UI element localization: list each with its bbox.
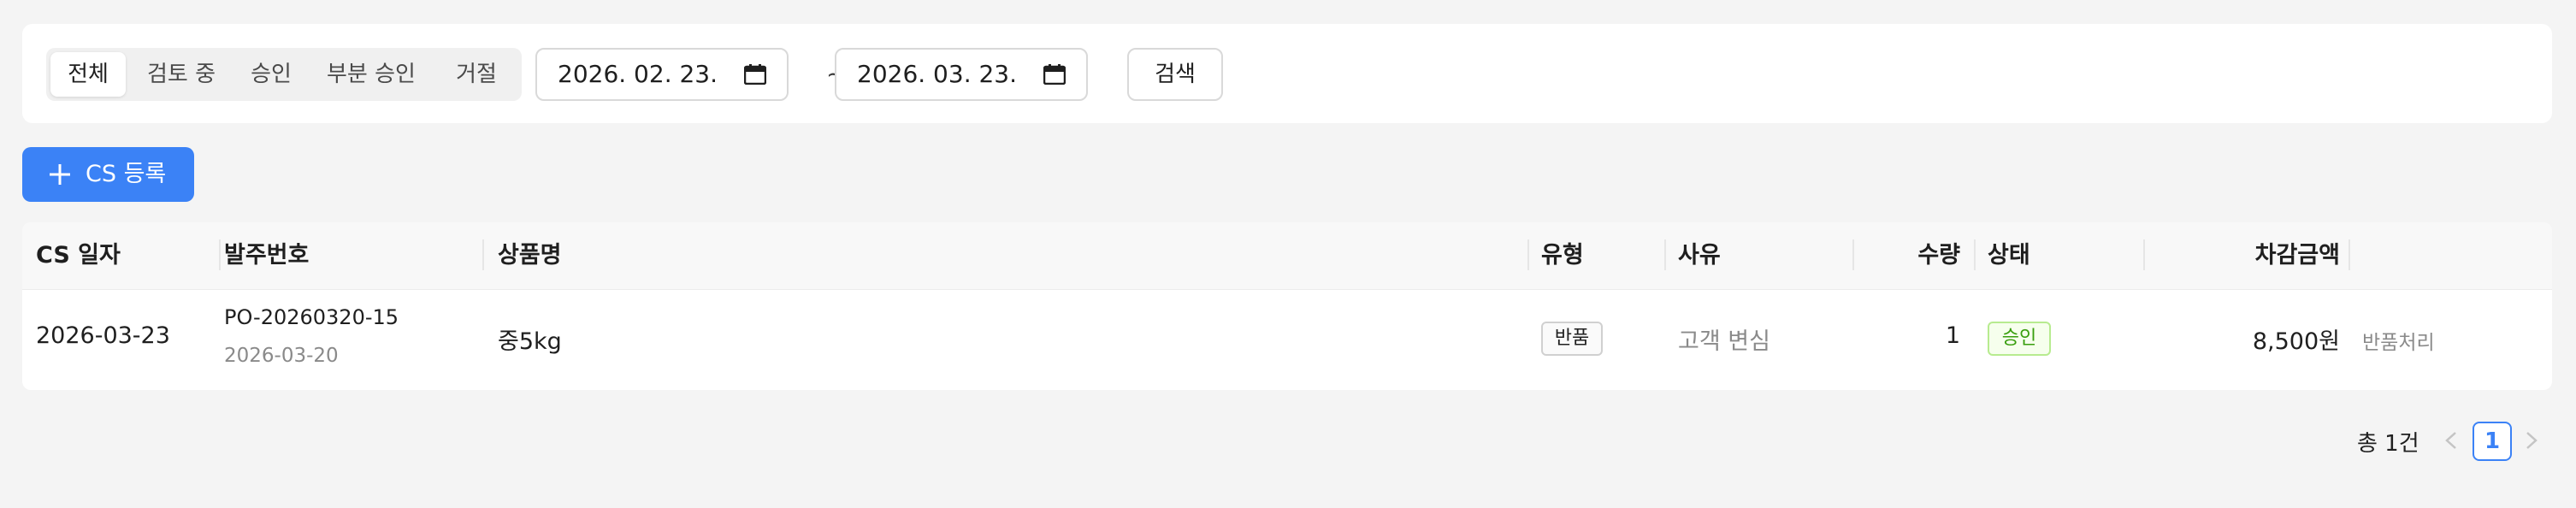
tab-rejected[interactable]: 거절	[436, 52, 517, 97]
col-product: 상품명	[498, 242, 562, 269]
page-button-current[interactable]: 1	[2473, 422, 2512, 461]
order-date-cell: 2026-03-20	[224, 345, 339, 367]
column-divider	[1974, 239, 1976, 270]
add-cs-button[interactable]: CS 등록	[22, 147, 194, 202]
column-divider	[482, 239, 484, 270]
col-qty: 수량	[1917, 242, 1960, 269]
total-count: 총 1건	[2357, 431, 2419, 457]
filter-bar: 전체 검토 중 승인 부분 승인 거절 2026. 02. 23. ~ 2026…	[22, 24, 2552, 123]
column-divider	[2349, 239, 2350, 270]
col-type: 유형	[1541, 242, 1584, 269]
tab-approved[interactable]: 승인	[236, 52, 306, 97]
table-header: CS 일자 발주번호 상품명 유형 사유 수량 상태 차감금액	[22, 222, 2552, 290]
start-date-input[interactable]: 2026. 02. 23.	[535, 48, 789, 101]
start-date-value: 2026. 02. 23.	[558, 60, 718, 88]
plus-icon	[50, 164, 70, 185]
column-divider	[219, 239, 221, 270]
type-badge: 반품	[1541, 322, 1603, 356]
col-reason: 사유	[1678, 242, 1721, 269]
col-order-no: 발주번호	[224, 242, 310, 269]
cs-date-cell: 2026-03-23	[36, 322, 170, 349]
reason-cell: 고객 변심	[1678, 328, 1770, 355]
end-date-value: 2026. 03. 23.	[857, 60, 1018, 88]
tab-reviewing[interactable]: 검토 중	[132, 52, 231, 97]
search-button[interactable]: 검색	[1127, 48, 1223, 101]
col-deduction: 차감금액	[2254, 242, 2340, 269]
chevron-right-icon[interactable]	[2523, 428, 2540, 453]
calendar-icon[interactable]	[744, 64, 766, 85]
col-cs-date: CS 일자	[36, 242, 121, 269]
order-no-cell: PO-20260320-15	[224, 305, 399, 329]
product-cell: 중5kg	[498, 328, 562, 355]
tab-partial-approved[interactable]: 부분 승인	[311, 52, 431, 97]
status-badge: 승인	[1988, 322, 2051, 356]
status-filter-tabs: 전체 검토 중 승인 부분 승인 거절	[46, 48, 522, 101]
column-divider	[1664, 239, 1666, 270]
deduction-cell: 8,500원	[2252, 328, 2340, 355]
column-divider	[1527, 239, 1529, 270]
end-date-input[interactable]: 2026. 03. 23.	[835, 48, 1088, 101]
chevron-left-icon[interactable]	[2443, 428, 2460, 453]
tab-all[interactable]: 전체	[50, 52, 126, 97]
add-cs-label: CS 등록	[86, 161, 167, 187]
table-row[interactable]: 2026-03-23 PO-20260320-15 2026-03-20 중5k…	[22, 290, 2552, 390]
col-status: 상태	[1988, 242, 2030, 269]
qty-cell: 1	[1945, 322, 1960, 349]
note-cell: 반품처리	[2362, 332, 2435, 354]
calendar-icon[interactable]	[1043, 64, 1066, 85]
cs-table: CS 일자 발주번호 상품명 유형 사유 수량 상태 차감금액 2026-03-…	[22, 222, 2552, 390]
